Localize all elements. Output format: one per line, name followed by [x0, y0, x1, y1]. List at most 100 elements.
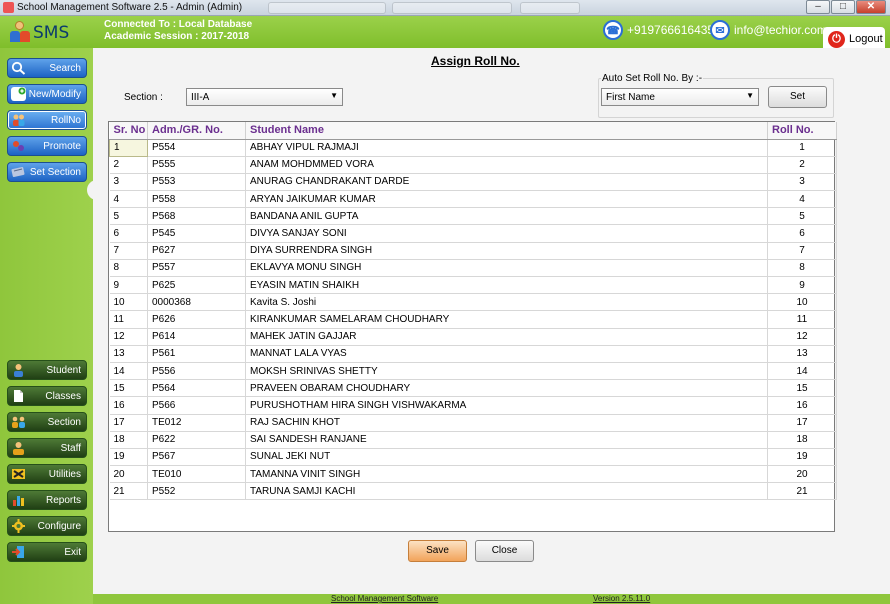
- table-row[interactable]: 15 P564 PRAVEEN OBARAM CHOUDHARY 15: [109, 379, 837, 398]
- cell-roll-no[interactable]: 11: [767, 310, 837, 329]
- cell-adm-no[interactable]: TE010: [147, 465, 246, 484]
- cell-adm-no[interactable]: P553: [147, 173, 246, 192]
- cell-student-name[interactable]: DIYA SURRENDRA SINGH: [245, 242, 768, 260]
- table-row[interactable]: 10 0000368 Kavita S. Joshi 10: [109, 293, 837, 312]
- autoset-select[interactable]: First Name ▼: [601, 88, 759, 106]
- sidebar-item-new-modify[interactable]: New/Modify: [7, 84, 87, 104]
- cell-adm-no[interactable]: P568: [147, 207, 246, 226]
- cell-adm-no[interactable]: P625: [147, 276, 246, 295]
- cell-roll-no[interactable]: 12: [767, 328, 837, 346]
- cell-student-name[interactable]: PURUSHOTHAM HIRA SINGH VISHWAKARMA: [245, 396, 768, 415]
- cell-student-name[interactable]: MANNAT LALA VYAS: [245, 345, 768, 363]
- table-row[interactable]: 21 P552 TARUNA SAMJI KACHI 21: [109, 482, 837, 501]
- sidebar-item-section[interactable]: Section: [7, 412, 87, 432]
- cell-roll-no[interactable]: 19: [767, 448, 837, 467]
- cell-student-name[interactable]: RAJ SACHIN KHOT: [245, 414, 768, 432]
- sidebar-item-staff[interactable]: Staff: [7, 438, 87, 458]
- cell-adm-no[interactable]: P552: [147, 482, 246, 501]
- table-row[interactable]: 16 P566 PURUSHOTHAM HIRA SINGH VISHWAKAR…: [109, 396, 837, 415]
- cell-sr-no[interactable]: 21: [109, 482, 148, 501]
- cell-roll-no[interactable]: 18: [767, 431, 837, 449]
- sidebar-item-set-section[interactable]: Set Section: [7, 162, 87, 182]
- cell-roll-no[interactable]: 14: [767, 362, 837, 381]
- column-header-student-name[interactable]: Student Name: [245, 122, 768, 140]
- cell-student-name[interactable]: ANAM MOHDMMED VORA: [245, 156, 768, 174]
- cell-roll-no[interactable]: 13: [767, 345, 837, 363]
- cell-student-name[interactable]: TARUNA SAMJI KACHI: [245, 482, 768, 501]
- cell-sr-no[interactable]: 20: [109, 465, 148, 484]
- cell-roll-no[interactable]: 3: [767, 173, 837, 192]
- cell-adm-no[interactable]: P564: [147, 379, 246, 398]
- table-row[interactable]: 18 P622 SAI SANDESH RANJANE 18: [109, 431, 837, 449]
- table-row[interactable]: 11 P626 KIRANKUMAR SAMELARAM CHOUDHARY 1…: [109, 310, 837, 329]
- cell-roll-no[interactable]: 20: [767, 465, 837, 484]
- sidebar-item-reports[interactable]: Reports: [7, 490, 87, 510]
- cell-sr-no[interactable]: 9: [109, 276, 148, 295]
- cell-adm-no[interactable]: P558: [147, 190, 246, 209]
- sidebar-item-student[interactable]: Student: [7, 360, 87, 380]
- cell-student-name[interactable]: DIVYA SANJAY SONI: [245, 224, 768, 243]
- cell-roll-no[interactable]: 5: [767, 207, 837, 226]
- cell-roll-no[interactable]: 9: [767, 276, 837, 295]
- cell-adm-no[interactable]: P557: [147, 259, 246, 278]
- cell-sr-no[interactable]: 14: [109, 362, 148, 381]
- cell-student-name[interactable]: MOKSH SRINIVAS SHETTY: [245, 362, 768, 381]
- sidebar-item-utilities[interactable]: Utilities: [7, 464, 87, 484]
- set-button[interactable]: Set: [768, 86, 827, 108]
- table-row[interactable]: 20 TE010 TAMANNA VINIT SINGH 20: [109, 465, 837, 484]
- cell-roll-no[interactable]: 21: [767, 482, 837, 501]
- table-row[interactable]: 9 P625 EYASIN MATIN SHAIKH 9: [109, 276, 837, 295]
- column-header-sr-no[interactable]: Sr. No: [109, 122, 148, 140]
- cell-roll-no[interactable]: 4: [767, 190, 837, 209]
- sidebar-item-promote[interactable]: Promote: [7, 136, 87, 156]
- cell-sr-no[interactable]: 15: [109, 379, 148, 398]
- cell-roll-no[interactable]: 6: [767, 224, 837, 243]
- cell-adm-no[interactable]: P545: [147, 224, 246, 243]
- cell-adm-no[interactable]: P622: [147, 431, 246, 449]
- cell-sr-no[interactable]: 5: [109, 207, 148, 226]
- cell-student-name[interactable]: BANDANA ANIL GUPTA: [245, 207, 768, 226]
- cell-sr-no[interactable]: 1: [109, 138, 148, 157]
- cell-adm-no[interactable]: 0000368: [147, 293, 246, 312]
- table-row[interactable]: 14 P556 MOKSH SRINIVAS SHETTY 14: [109, 362, 837, 381]
- cell-student-name[interactable]: ABHAY VIPUL RAJMAJI: [245, 139, 768, 157]
- close-form-button[interactable]: Close: [475, 540, 534, 562]
- table-row[interactable]: 8 P557 EKLAVYA MONU SINGH 8: [109, 259, 837, 278]
- cell-sr-no[interactable]: 8: [109, 259, 148, 278]
- cell-student-name[interactable]: TAMANNA VINIT SINGH: [245, 465, 768, 484]
- cell-sr-no[interactable]: 3: [109, 173, 148, 192]
- cell-adm-no[interactable]: P567: [147, 448, 246, 467]
- close-button[interactable]: ✕: [856, 0, 886, 14]
- cell-sr-no[interactable]: 10: [109, 293, 148, 312]
- cell-sr-no[interactable]: 7: [109, 242, 148, 260]
- table-row[interactable]: 1 P554 ABHAY VIPUL RAJMAJI 1: [109, 138, 837, 157]
- maximize-button[interactable]: □: [831, 0, 855, 14]
- table-row[interactable]: 7 P627 DIYA SURRENDRA SINGH 7: [109, 242, 837, 260]
- cell-sr-no[interactable]: 16: [109, 396, 148, 415]
- cell-student-name[interactable]: SAI SANDESH RANJANE: [245, 431, 768, 449]
- cell-adm-no[interactable]: P626: [147, 310, 246, 329]
- table-row[interactable]: 6 P545 DIVYA SANJAY SONI 6: [109, 224, 837, 243]
- cell-adm-no[interactable]: P566: [147, 396, 246, 415]
- table-row[interactable]: 5 P568 BANDANA ANIL GUPTA 5: [109, 207, 837, 226]
- cell-sr-no[interactable]: 17: [109, 414, 148, 432]
- cell-sr-no[interactable]: 12: [109, 328, 148, 346]
- table-row[interactable]: 13 P561 MANNAT LALA VYAS 13: [109, 345, 837, 363]
- cell-sr-no[interactable]: 19: [109, 448, 148, 467]
- cell-roll-no[interactable]: 16: [767, 396, 837, 415]
- cell-student-name[interactable]: ARYAN JAIKUMAR KUMAR: [245, 190, 768, 209]
- cell-roll-no[interactable]: 17: [767, 414, 837, 432]
- cell-student-name[interactable]: KIRANKUMAR SAMELARAM CHOUDHARY: [245, 310, 768, 329]
- table-row[interactable]: 4 P558 ARYAN JAIKUMAR KUMAR 4: [109, 190, 837, 209]
- cell-student-name[interactable]: EYASIN MATIN SHAIKH: [245, 276, 768, 295]
- cell-adm-no[interactable]: P627: [147, 242, 246, 260]
- cell-adm-no[interactable]: TE012: [147, 414, 246, 432]
- cell-student-name[interactable]: PRAVEEN OBARAM CHOUDHARY: [245, 379, 768, 398]
- cell-sr-no[interactable]: 2: [109, 156, 148, 174]
- sidebar-item-exit[interactable]: Exit: [7, 542, 87, 562]
- cell-student-name[interactable]: MAHEK JATIN GAJJAR: [245, 328, 768, 346]
- table-row[interactable]: 3 P553 ANURAG CHANDRAKANT DARDE 3: [109, 173, 837, 192]
- minimize-button[interactable]: –: [806, 0, 830, 14]
- cell-roll-no[interactable]: 1: [767, 139, 837, 157]
- cell-roll-no[interactable]: 8: [767, 259, 837, 278]
